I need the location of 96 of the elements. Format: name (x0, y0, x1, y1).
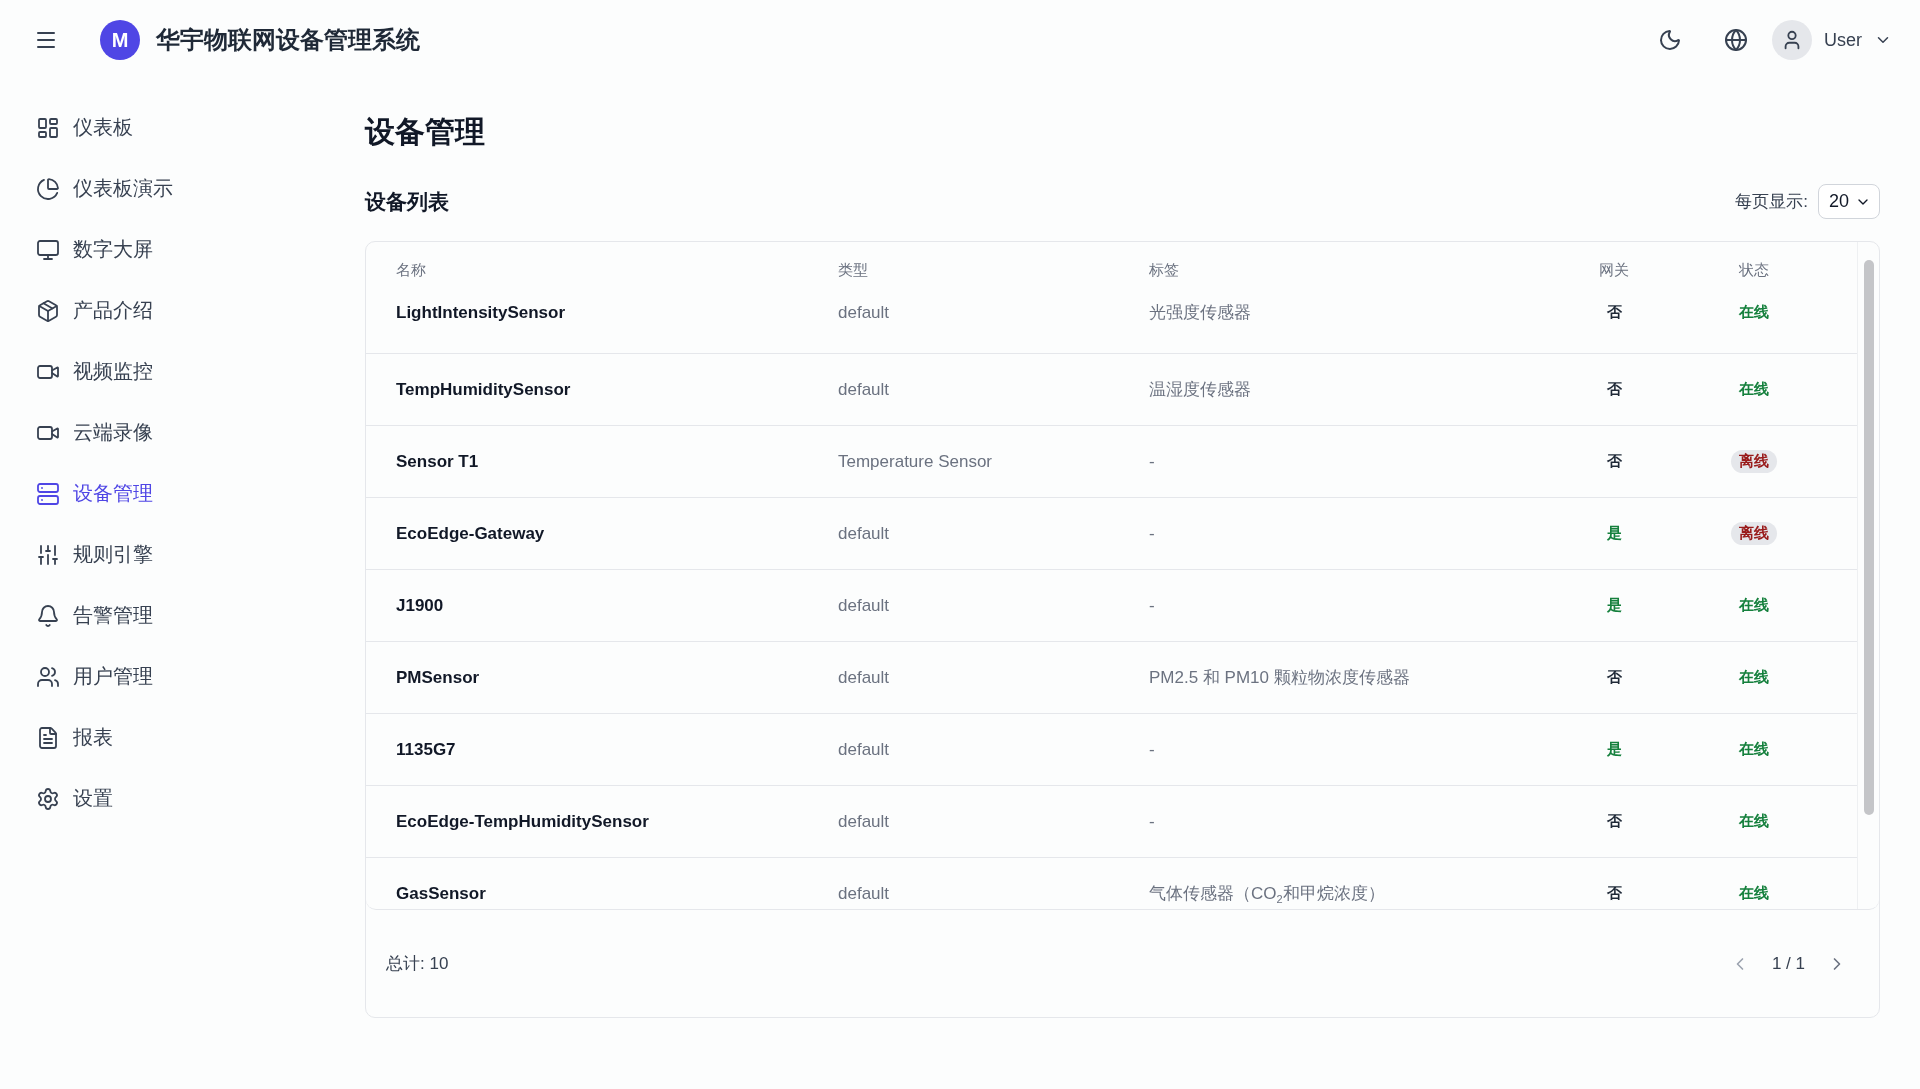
device-name: EcoEdge-Gateway (396, 523, 546, 544)
sidebar-label: 仪表板演示 (73, 176, 173, 201)
device-name: LightIntensitySensor (396, 302, 567, 323)
device-tag: - (1149, 739, 1539, 760)
sidebar-item[interactable]: 设备管理 (36, 463, 153, 524)
sidebar-label: 用户管理 (73, 664, 153, 689)
status-label: 离线 (1739, 524, 1769, 541)
avatar-icon (1772, 20, 1812, 60)
status-label: 在线 (1739, 303, 1769, 320)
settings-icon (36, 786, 60, 811)
sidebar-label: 数字大屏 (73, 237, 153, 262)
sidebar-label: 产品介绍 (73, 298, 153, 323)
gateway-value: 否 (1605, 380, 1623, 399)
sidebar-label: 设置 (73, 786, 113, 811)
sidebar-item[interactable]: 视频监控 (36, 341, 153, 402)
document-icon (36, 725, 60, 750)
dashboard-icon (36, 115, 60, 140)
device-name: PMSensor (396, 667, 481, 688)
device-tag: PM2.5 和 PM10 颗粒物浓度传感器 (1149, 666, 1539, 689)
column-header: 名称 (396, 261, 427, 280)
device-type: default (838, 667, 891, 688)
status-label: 在线 (1739, 740, 1769, 757)
total-count: 总计: 10 (386, 953, 449, 975)
device-name: TempHumiditySensor (396, 379, 572, 400)
device-tag: - (1149, 595, 1539, 616)
user-menu-button[interactable]: User (1772, 20, 1892, 60)
device-name: EcoEdge-TempHumiditySensor (396, 811, 650, 832)
device-type: default (838, 883, 891, 904)
sidebar-label: 报表 (73, 725, 113, 750)
status-label: 在线 (1739, 884, 1769, 901)
status-label: 在线 (1739, 596, 1769, 613)
sliders-icon (36, 542, 60, 567)
device-tag: - (1149, 451, 1539, 472)
pie-chart-icon (36, 176, 60, 201)
status-label: 在线 (1739, 380, 1769, 397)
gateway-value: 否 (1605, 452, 1623, 471)
users-icon (36, 664, 60, 689)
gateway-value: 是 (1605, 596, 1623, 615)
device-type: default (838, 595, 891, 616)
sidebar-item[interactable]: 规则引擎 (36, 524, 153, 585)
sidebar-label: 仪表板 (73, 115, 133, 140)
bell-icon (36, 603, 60, 628)
device-name: 1135G7 (396, 739, 457, 760)
sidebar-item[interactable]: 报表 (36, 707, 113, 768)
gateway-value: 否 (1605, 884, 1623, 903)
gateway-value: 否 (1605, 812, 1623, 831)
sidebar-item[interactable]: 数字大屏 (36, 219, 153, 280)
page-title: 设备管理 (365, 114, 486, 150)
sidebar-label: 云端录像 (73, 420, 153, 445)
sidebar-item[interactable]: 产品介绍 (36, 280, 153, 341)
scrollbar-thumb[interactable] (1863, 260, 1874, 815)
device-name: Sensor T1 (396, 451, 480, 472)
sidebar-label: 告警管理 (73, 603, 153, 628)
gateway-value: 否 (1605, 303, 1623, 322)
sidebar-item[interactable]: 仪表板演示 (36, 158, 173, 219)
sidebar-item[interactable]: 用户管理 (36, 646, 153, 707)
logo: M (100, 20, 140, 60)
gateway-value: 是 (1605, 740, 1623, 759)
column-header: 标签 (1149, 261, 1180, 280)
sidebar-item[interactable]: 告警管理 (36, 585, 153, 646)
device-type: default (838, 302, 891, 323)
gateway-value: 否 (1605, 668, 1623, 687)
sidebar-label: 视频监控 (73, 359, 153, 384)
device-tag: - (1149, 811, 1539, 832)
device-tag: 温湿度传感器 (1149, 378, 1539, 401)
device-type: default (838, 811, 891, 832)
user-name: User (1824, 29, 1862, 51)
device-type: default (838, 379, 891, 400)
device-type: default (838, 739, 891, 760)
device-tag: - (1149, 523, 1539, 544)
device-tag: 气体传感器（CO$_{2}$和甲烷浓度） (1149, 882, 1539, 905)
device-name: GasSensor (396, 883, 487, 904)
sidebar-item[interactable]: 仪表板 (36, 97, 133, 158)
device-tag: 光强度传感器 (1149, 301, 1539, 324)
section-title: 设备列表 (365, 188, 449, 215)
sidebar-label: 规则引擎 (73, 542, 153, 567)
app-title: 华宇物联网设备管理系统 (156, 25, 420, 55)
device-type: Temperature Sensor (838, 451, 994, 472)
column-header: 网关 (1598, 261, 1630, 280)
sidebar-item[interactable]: 云端录像 (36, 402, 153, 463)
sidebar-item[interactable]: 设置 (36, 768, 113, 829)
device-type: default (838, 523, 891, 544)
status-label: 离线 (1739, 452, 1769, 469)
sidebar-label: 设备管理 (73, 481, 153, 506)
page-size-select[interactable]: 20 (1817, 184, 1880, 219)
status-label: 在线 (1739, 812, 1769, 829)
gateway-value: 是 (1605, 524, 1623, 543)
server-icon (36, 481, 60, 506)
status-label: 在线 (1739, 668, 1769, 685)
column-header: 类型 (838, 261, 869, 280)
column-header: 状态 (1738, 261, 1770, 280)
monitor-icon (36, 237, 60, 262)
device-name: J1900 (396, 595, 445, 616)
page-indicator: 1 / 1 (1771, 953, 1805, 974)
page-size-label: 每页显示: (1735, 191, 1808, 213)
box-icon (36, 298, 60, 323)
